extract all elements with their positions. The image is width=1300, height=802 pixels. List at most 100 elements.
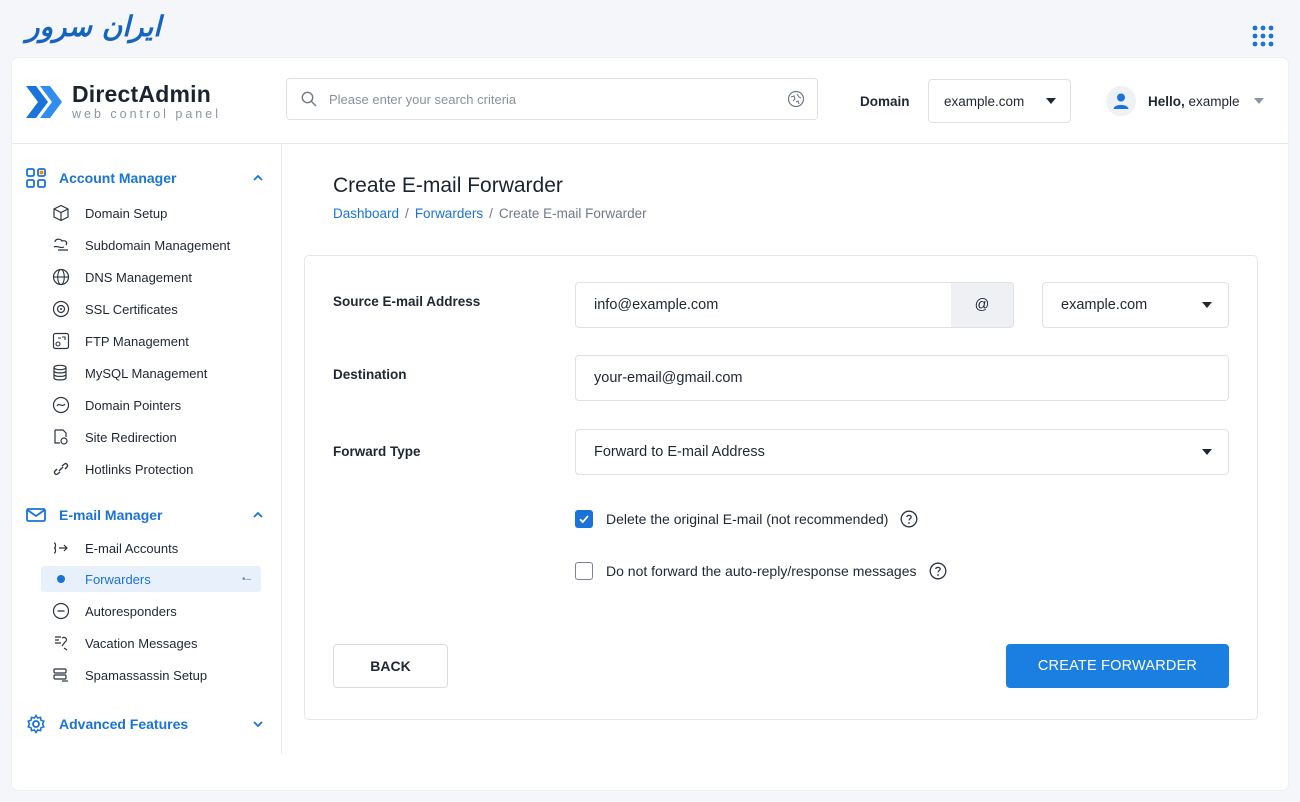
- app-subtitle: web control panel: [72, 107, 221, 122]
- sidebar-item-ftp-management[interactable]: FTP Management: [41, 328, 261, 354]
- sidebar-section-account-manager[interactable]: Account Manager: [26, 168, 264, 188]
- breadcrumb-dashboard[interactable]: Dashboard: [333, 206, 399, 221]
- destination-label: Destination: [333, 367, 407, 382]
- top-header: DirectAdmin web control panel Domain exa…: [12, 58, 1288, 144]
- sidebar-section-label: Advanced Features: [59, 716, 189, 732]
- user-menu[interactable]: Hello, example: [1106, 86, 1264, 116]
- sidebar-item-spamassassin-setup[interactable]: Spamassassin Setup: [41, 662, 261, 688]
- avatar: [1106, 86, 1136, 116]
- back-button[interactable]: BACK: [333, 644, 448, 688]
- sidebar-section-advanced-features[interactable]: Advanced Features: [26, 714, 264, 734]
- cube-icon: [53, 204, 69, 222]
- sidebar-item-hotlinks-protection[interactable]: Hotlinks Protection: [41, 456, 261, 482]
- directadmin-logo[interactable]: DirectAdmin web control panel: [26, 80, 221, 124]
- email-accounts-icon: [53, 542, 68, 554]
- pointer-icon: [52, 396, 70, 414]
- source-email-value: info@example.com: [594, 297, 719, 313]
- at-symbol: @: [951, 282, 1014, 328]
- destination-input[interactable]: your-email@gmail.com: [575, 355, 1229, 401]
- search-icon: [301, 91, 317, 107]
- sidebar-item-label: Subdomain Management: [85, 237, 231, 253]
- account-manager-icon: [26, 168, 46, 188]
- sidebar-item-label: Site Redirection: [85, 429, 177, 445]
- sidebar-item-forwarders[interactable]: Forwarders •–: [41, 566, 261, 592]
- sidebar-item-subdomain-management[interactable]: Subdomain Management: [41, 232, 261, 258]
- sidebar-item-label: DNS Management: [85, 269, 192, 285]
- sidebar-item-label: SSL Certificates: [85, 301, 178, 317]
- sidebar-item-label: Hotlinks Protection: [85, 461, 194, 477]
- breadcrumb: Dashboard / Forwarders / Create E-mail F…: [333, 206, 647, 221]
- sidebar-item-domain-setup[interactable]: Domain Setup: [41, 200, 261, 226]
- pin-icon[interactable]: •–: [242, 574, 251, 585]
- sidebar-item-label: Domain Setup: [85, 205, 168, 221]
- bullet-dot-icon: [57, 575, 65, 583]
- sidebar-item-dns-management[interactable]: DNS Management: [41, 264, 261, 290]
- delete-original-option: Delete the original E-mail (not recommen…: [575, 510, 918, 528]
- destination-value: your-email@gmail.com: [594, 370, 743, 386]
- source-domain-select[interactable]: example.com: [1042, 282, 1229, 328]
- link-icon: [53, 462, 69, 476]
- breadcrumb-separator: /: [489, 206, 493, 221]
- gear-icon: [27, 714, 45, 734]
- breadcrumb-current: Create E-mail Forwarder: [498, 206, 647, 221]
- sidebar: Account Manager Domain Setup Subdomain M…: [12, 144, 282, 754]
- no-autoreply-option: Do not forward the auto-reply/response m…: [575, 562, 947, 580]
- domain-label: Domain: [860, 94, 910, 109]
- forward-type-label: Forward Type: [333, 444, 421, 459]
- sidebar-section-email-manager[interactable]: E-mail Manager: [26, 505, 264, 525]
- sidebar-section-label: E-mail Manager: [59, 507, 163, 523]
- forward-type-select[interactable]: Forward to E-mail Address: [575, 429, 1229, 475]
- forwarder-form: Source E-mail Address info@example.com @…: [304, 255, 1258, 720]
- app-name: DirectAdmin: [72, 81, 211, 108]
- no-autoreply-checkbox[interactable]: [575, 562, 593, 580]
- caret-down-icon: [1202, 302, 1212, 308]
- sidebar-item-domain-pointers[interactable]: Domain Pointers: [41, 392, 261, 418]
- breadcrumb-forwarders[interactable]: Forwarders: [415, 206, 483, 221]
- no-autoreply-label: Do not forward the auto-reply/response m…: [606, 563, 917, 579]
- source-domain-value: example.com: [1061, 297, 1148, 313]
- globe-icon[interactable]: [787, 90, 805, 108]
- sidebar-item-label: Domain Pointers: [85, 397, 182, 413]
- subdomain-icon: [53, 238, 68, 251]
- domain-select[interactable]: example.com: [928, 79, 1071, 123]
- database-icon: [53, 364, 67, 381]
- help-circle-icon[interactable]: [900, 510, 918, 528]
- brand-strip: ایران سرور: [0, 0, 1300, 58]
- sidebar-item-ssl-certificates[interactable]: SSL Certificates: [41, 296, 261, 322]
- caret-down-icon: [1202, 449, 1212, 455]
- sidebar-item-label: Vacation Messages: [85, 635, 198, 651]
- search-input[interactable]: [329, 91, 787, 107]
- source-email-label: Source E-mail Address: [333, 294, 481, 309]
- checkmark-icon: [579, 515, 589, 524]
- page-title: Create E-mail Forwarder: [333, 174, 563, 197]
- spam-filter-icon: [53, 668, 68, 682]
- forward-type-value: Forward to E-mail Address: [594, 444, 765, 460]
- autoresponder-icon: [52, 602, 70, 620]
- sidebar-item-label: FTP Management: [85, 333, 189, 349]
- help-circle-icon[interactable]: [929, 562, 947, 580]
- ftp-icon: [52, 332, 70, 350]
- sidebar-item-mysql-management[interactable]: MySQL Management: [41, 360, 261, 386]
- source-email-input[interactable]: info@example.com: [575, 282, 952, 328]
- user-greeting: Hello, example: [1148, 93, 1240, 109]
- sidebar-item-label: MySQL Management: [85, 365, 208, 381]
- mail-icon: [26, 508, 46, 522]
- user-icon: [1113, 93, 1129, 109]
- delete-original-label: Delete the original E-mail (not recommen…: [606, 511, 889, 527]
- sidebar-section-label: Account Manager: [59, 170, 177, 186]
- domain-select-value: example.com: [944, 93, 1025, 109]
- main-panel: DirectAdmin web control panel Domain exa…: [12, 58, 1288, 790]
- search-box: [286, 78, 818, 120]
- sidebar-item-vacation-messages[interactable]: Vacation Messages: [41, 630, 261, 656]
- sidebar-item-label: Forwarders: [85, 571, 151, 587]
- chevron-up-icon: [253, 511, 263, 518]
- iranserver-logo[interactable]: ایران سرور: [26, 10, 162, 43]
- globe-icon: [52, 268, 70, 286]
- sidebar-item-email-accounts[interactable]: E-mail Accounts: [41, 535, 261, 561]
- create-forwarder-button[interactable]: CREATE FORWARDER: [1006, 644, 1229, 688]
- delete-original-checkbox[interactable]: [575, 510, 593, 528]
- apps-grid-icon[interactable]: [1252, 25, 1274, 47]
- sidebar-item-site-redirection[interactable]: Site Redirection: [41, 424, 261, 450]
- redirect-icon: [54, 429, 68, 445]
- sidebar-item-autoresponders[interactable]: Autoresponders: [41, 598, 261, 624]
